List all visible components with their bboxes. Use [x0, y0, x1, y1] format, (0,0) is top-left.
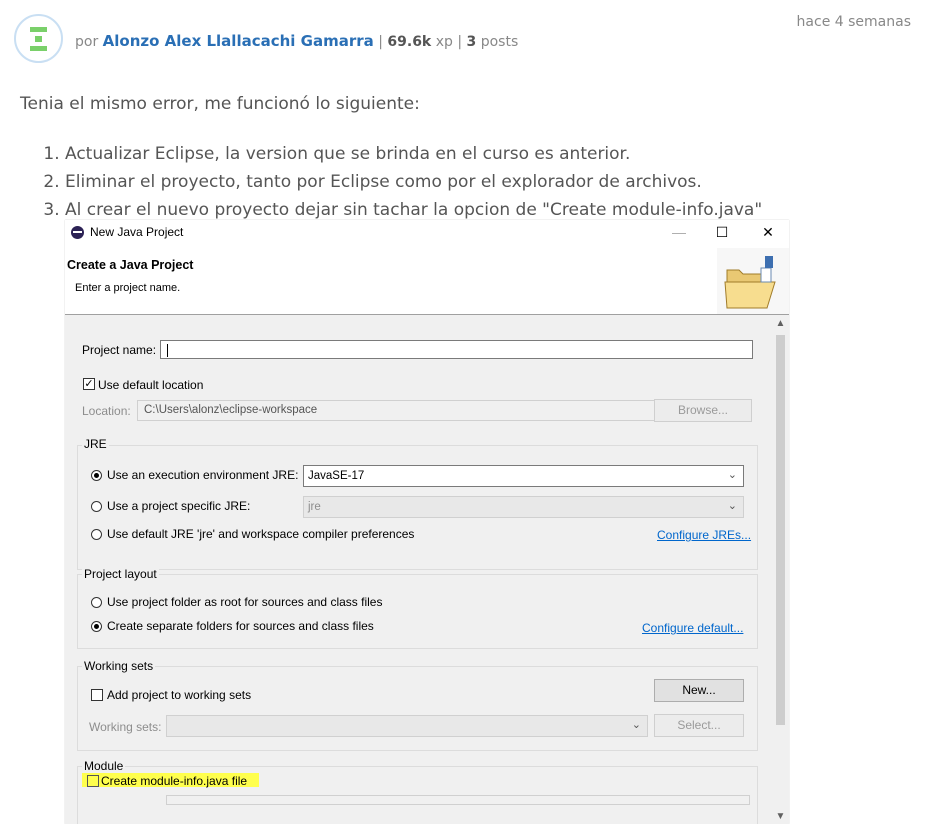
use-default-location-label: Use default location	[98, 378, 204, 392]
project-root-label: Use project folder as root for sources a…	[107, 595, 383, 609]
working-sets-select[interactable]: ⌄	[166, 715, 648, 737]
close-button[interactable]: ✕	[757, 223, 779, 241]
wizard-header: Create a Java Project Enter a project na…	[65, 244, 789, 315]
list-item: Actualizar Eclipse, la version que se br…	[65, 140, 762, 168]
project-layout-group	[77, 574, 758, 649]
eclipse-icon	[71, 226, 84, 239]
select-working-sets-button[interactable]: Select...	[654, 714, 744, 737]
by-prefix: por	[75, 34, 99, 50]
use-default-location-checkbox[interactable]: ✓	[83, 378, 95, 390]
wizard-subtitle: Enter a project name.	[75, 282, 181, 294]
vertical-scrollbar[interactable]: ▲ ▼	[772, 315, 789, 824]
post-meta: por Alonzo Alex Llallacachi Gamarra | 69…	[75, 32, 518, 50]
project-name-label: Project name:	[82, 343, 157, 357]
steps-list: Actualizar Eclipse, la version que se br…	[44, 140, 762, 224]
project-layout-title: Project layout	[82, 567, 159, 581]
forum-post: por Alonzo Alex Llallacachi Gamarra | 69…	[0, 0, 925, 824]
xp-label: xp	[435, 34, 453, 50]
wizard-body: Project name: ✓ Use default location Loc…	[65, 315, 772, 824]
create-module-info-checkbox[interactable]	[87, 775, 99, 787]
radio-default-jre[interactable]	[91, 529, 102, 540]
separate-folders-label: Create separate folders for sources and …	[107, 619, 374, 633]
default-jre-label: Use default JRE 'jre' and workspace comp…	[107, 527, 415, 541]
post-intro: Tenia el mismo error, me funcionó lo sig…	[20, 94, 420, 114]
working-sets-label: Working sets:	[89, 720, 162, 734]
posts-count: 3	[466, 34, 477, 50]
meta-separator: |	[457, 34, 463, 50]
posts-label: posts	[480, 34, 519, 50]
add-to-working-sets-label: Add project to working sets	[107, 688, 252, 702]
maximize-button[interactable]: ☐	[711, 223, 733, 241]
create-module-info-label: Create module-info.java file	[101, 774, 248, 788]
avatar[interactable]	[14, 14, 63, 63]
scroll-up-icon[interactable]: ▲	[772, 317, 789, 331]
wizard-title: Create a Java Project	[67, 258, 194, 272]
author-link[interactable]: Alonzo Alex Llallacachi Gamarra	[103, 32, 374, 50]
module-name-field[interactable]	[166, 795, 750, 805]
exec-env-label: Use an execution environment JRE:	[107, 468, 299, 482]
configure-jres-link[interactable]: Configure JREs...	[657, 528, 751, 542]
xp-value: 69.6k	[387, 34, 432, 50]
dialog-titlebar: New Java Project — ☐ ✕	[65, 220, 789, 244]
chevron-down-icon: ⌄	[727, 500, 737, 512]
folder-icon	[717, 248, 789, 314]
minimize-button[interactable]: —	[668, 223, 690, 241]
location-label: Location:	[82, 404, 131, 418]
radio-project-specific[interactable]	[91, 501, 102, 512]
chevron-down-icon: ⌄	[727, 469, 737, 481]
new-working-set-button[interactable]: New...	[654, 679, 744, 702]
new-java-project-dialog-screenshot: New Java Project — ☐ ✕ Create a Java Pro…	[65, 220, 789, 824]
radio-separate-folders[interactable]	[91, 621, 102, 632]
module-title: Module	[82, 759, 126, 773]
configure-default-link[interactable]: Configure default...	[642, 621, 743, 635]
exec-env-select[interactable]: JavaSE-17 ⌄	[303, 465, 744, 487]
list-item: Eliminar el proyecto, tanto por Eclipse …	[65, 168, 762, 196]
browse-button[interactable]: Browse...	[654, 399, 752, 422]
scroll-down-icon[interactable]: ▼	[772, 810, 789, 824]
chevron-down-icon: ⌄	[631, 719, 641, 731]
post-time: hace 4 semanas	[796, 14, 911, 30]
dialog-title: New Java Project	[90, 225, 184, 239]
project-specific-label: Use a project specific JRE:	[107, 499, 251, 513]
radio-project-root[interactable]	[91, 597, 102, 608]
meta-separator: |	[378, 34, 383, 50]
radio-exec-env[interactable]	[91, 470, 102, 481]
project-name-input[interactable]	[160, 340, 753, 359]
project-specific-select[interactable]: jre ⌄	[303, 496, 744, 518]
location-input[interactable]: C:\Users\alonz\eclipse-workspace	[137, 400, 656, 421]
working-sets-title: Working sets	[82, 659, 156, 673]
jre-group-title: JRE	[82, 437, 109, 451]
add-to-working-sets-checkbox[interactable]	[91, 689, 103, 701]
scroll-thumb[interactable]	[776, 335, 785, 725]
